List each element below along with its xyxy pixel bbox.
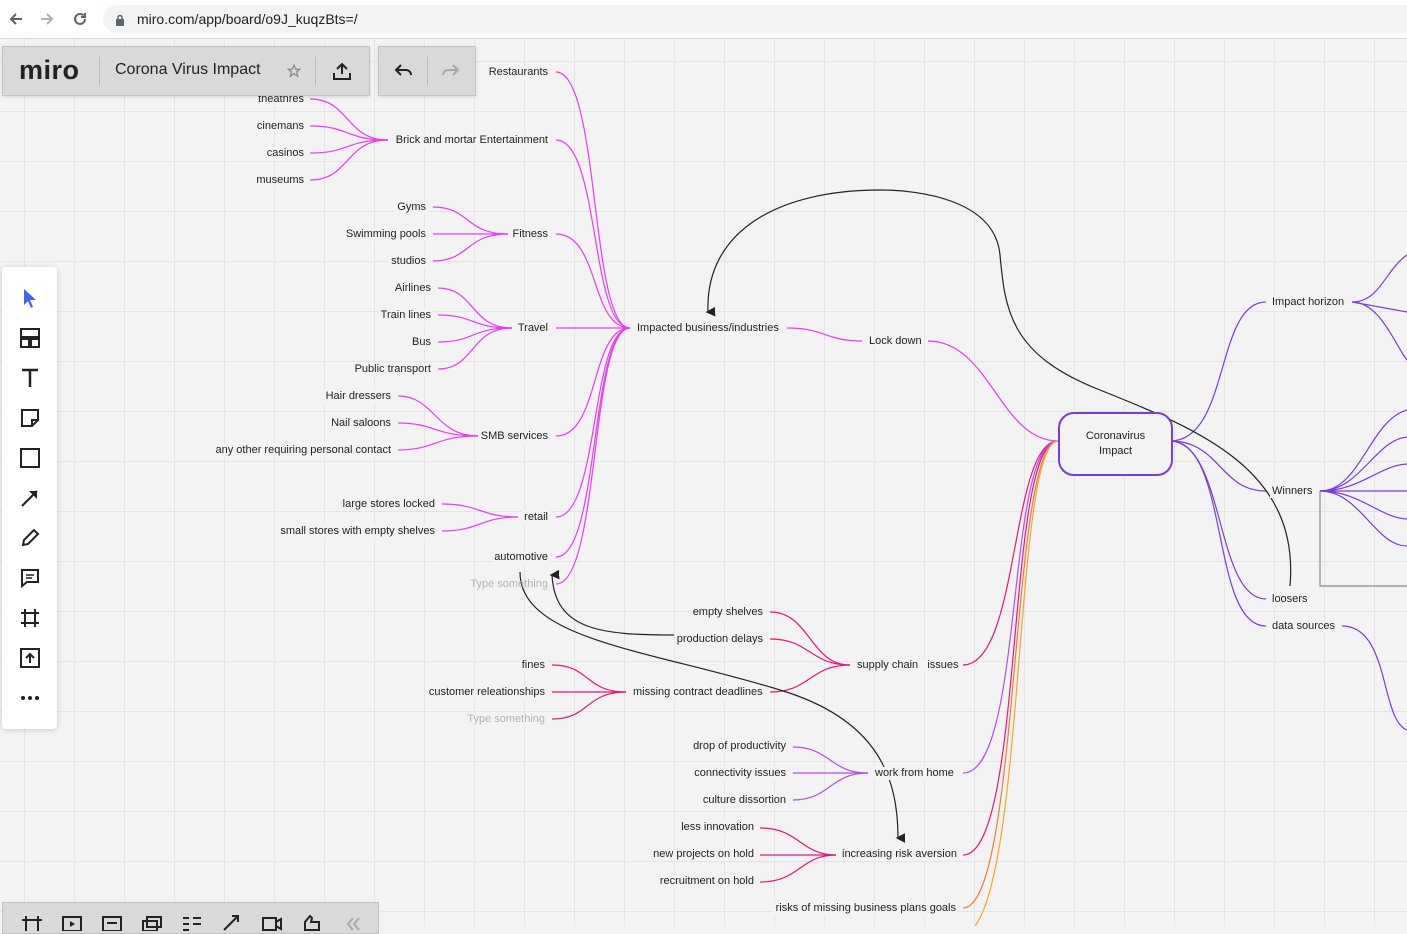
node-entertainment[interactable]: Brick and mortar Entertainment <box>393 134 550 147</box>
center-node-label: Coronavirus Impact <box>1085 430 1146 457</box>
frames-icon[interactable] <box>21 915 43 931</box>
url-field[interactable]: miro.com/app/board/o9J_kuqzBts=/ <box>103 5 1407 33</box>
sticky-note-icon[interactable] <box>16 404 44 432</box>
presentation-icon[interactable] <box>61 915 83 931</box>
layers-icon[interactable] <box>141 915 163 931</box>
mindmap-connectors <box>309 71 1407 926</box>
node-connectivity[interactable]: connectivity issues <box>692 767 788 780</box>
node-gyms[interactable]: Gyms <box>395 201 428 214</box>
node-museums[interactable]: museums <box>254 174 306 187</box>
node-train-lines[interactable]: Train lines <box>378 309 433 322</box>
board-title[interactable]: Corona Virus Impact <box>115 61 261 79</box>
arrow-line-icon[interactable] <box>16 484 44 512</box>
arrow-right-icon[interactable] <box>36 8 58 30</box>
node-swimming-pools[interactable]: Swimming pools <box>343 228 428 241</box>
node-loosers[interactable]: loosers <box>1270 593 1310 606</box>
collapse-icon[interactable] <box>341 915 363 931</box>
node-automotive[interactable]: automotive <box>492 551 550 564</box>
lock-icon <box>115 13 125 31</box>
more-icon[interactable] <box>16 684 44 712</box>
video-icon[interactable] <box>261 915 283 931</box>
browser-address-bar: miro.com/app/board/o9J_kuqzBts=/ <box>0 0 1407 39</box>
node-public-transport[interactable]: Public transport <box>352 363 433 376</box>
node-airlines[interactable]: Airlines <box>392 282 433 295</box>
divider <box>99 57 100 85</box>
divider <box>427 57 428 85</box>
center-node[interactable]: Coronavirus Impact <box>1058 412 1173 476</box>
node-risk-aversion[interactable]: increasing risk aversion <box>840 848 959 861</box>
node-hair-dressers[interactable]: Hair dressers <box>323 390 393 403</box>
upload-icon[interactable] <box>330 59 354 83</box>
node-retail[interactable]: retail <box>522 511 550 524</box>
comment-icon[interactable] <box>16 564 44 592</box>
url-text: miro.com/app/board/o9J_kuqzBts=/ <box>137 11 358 27</box>
node-work-from-home[interactable]: work from home <box>873 767 956 780</box>
node-data-sources[interactable]: data sources <box>1270 620 1337 633</box>
redo-icon[interactable] <box>439 59 463 83</box>
divider <box>315 57 316 85</box>
board-header-panel: miro Corona Virus Impact <box>2 46 370 96</box>
undo-icon[interactable] <box>391 59 415 83</box>
star-icon[interactable] <box>284 61 304 81</box>
node-impact-horizon[interactable]: Impact horizon <box>1270 296 1347 309</box>
pen-icon[interactable] <box>16 524 44 552</box>
node-customer-relationships[interactable]: customer releationships <box>426 686 547 699</box>
node-small-stores[interactable]: small stores with empty shelves <box>278 525 437 538</box>
list-icon[interactable] <box>181 915 203 931</box>
frame-icon[interactable] <box>16 604 44 632</box>
left-toolbar <box>2 267 57 729</box>
node-smb[interactable]: SMB services <box>478 430 550 443</box>
node-winners[interactable]: Winners <box>1270 485 1315 498</box>
node-impacted[interactable]: Impacted business/industries <box>635 322 781 335</box>
node-business-plans[interactable]: risks of missing business plans goals <box>773 902 958 915</box>
board-canvas[interactable]: Coronavirus Impact <box>0 39 1407 926</box>
node-restaurants[interactable]: Restaurants <box>486 66 550 79</box>
undo-redo-panel <box>378 46 476 96</box>
card-icon[interactable] <box>101 915 123 931</box>
node-supply-chain[interactable]: supply chain issues <box>855 659 961 672</box>
node-lock-down[interactable]: Lock down <box>867 335 924 348</box>
node-recruitment[interactable]: recruitment on hold <box>657 875 756 888</box>
text-icon[interactable] <box>16 364 44 392</box>
upload-file-icon[interactable] <box>16 644 44 672</box>
node-culture[interactable]: culture dissortion <box>700 794 788 807</box>
node-studios[interactable]: studios <box>389 255 428 268</box>
rectangle-icon[interactable] <box>16 444 44 472</box>
node-nail-saloons[interactable]: Nail saloons <box>329 417 393 430</box>
node-contract-placeholder[interactable]: Type something <box>465 713 547 726</box>
node-cinemans[interactable]: cinemans <box>254 120 306 133</box>
node-missing-contract[interactable]: missing contract deadlines <box>631 686 765 699</box>
node-travel[interactable]: Travel <box>515 322 550 335</box>
cursor-icon[interactable] <box>16 284 44 312</box>
node-personal-contact[interactable]: any other requiring personal contact <box>213 444 393 457</box>
node-drop-productivity[interactable]: drop of productivity <box>691 740 788 753</box>
node-less-innovation[interactable]: less innovation <box>679 821 756 834</box>
node-bus[interactable]: Bus <box>410 336 433 349</box>
node-casinos[interactable]: casinos <box>264 147 306 160</box>
expand-icon[interactable] <box>221 915 243 931</box>
node-placeholder[interactable]: Type something <box>468 578 550 591</box>
templates-icon[interactable] <box>16 324 44 352</box>
miro-logo[interactable]: miro <box>19 55 80 86</box>
bottom-toolbar <box>2 902 379 934</box>
node-fitness[interactable]: Fitness <box>510 228 550 241</box>
reload-icon[interactable] <box>69 8 91 30</box>
node-empty-shelves[interactable]: empty shelves <box>690 606 765 619</box>
like-icon[interactable] <box>301 915 323 931</box>
arrow-left-icon[interactable] <box>5 8 27 30</box>
node-large-stores[interactable]: large stores locked <box>340 498 437 511</box>
node-production-delays[interactable]: production delays <box>674 633 765 646</box>
node-new-projects[interactable]: new projects on hold <box>651 848 756 861</box>
node-fines[interactable]: fines <box>519 659 547 672</box>
